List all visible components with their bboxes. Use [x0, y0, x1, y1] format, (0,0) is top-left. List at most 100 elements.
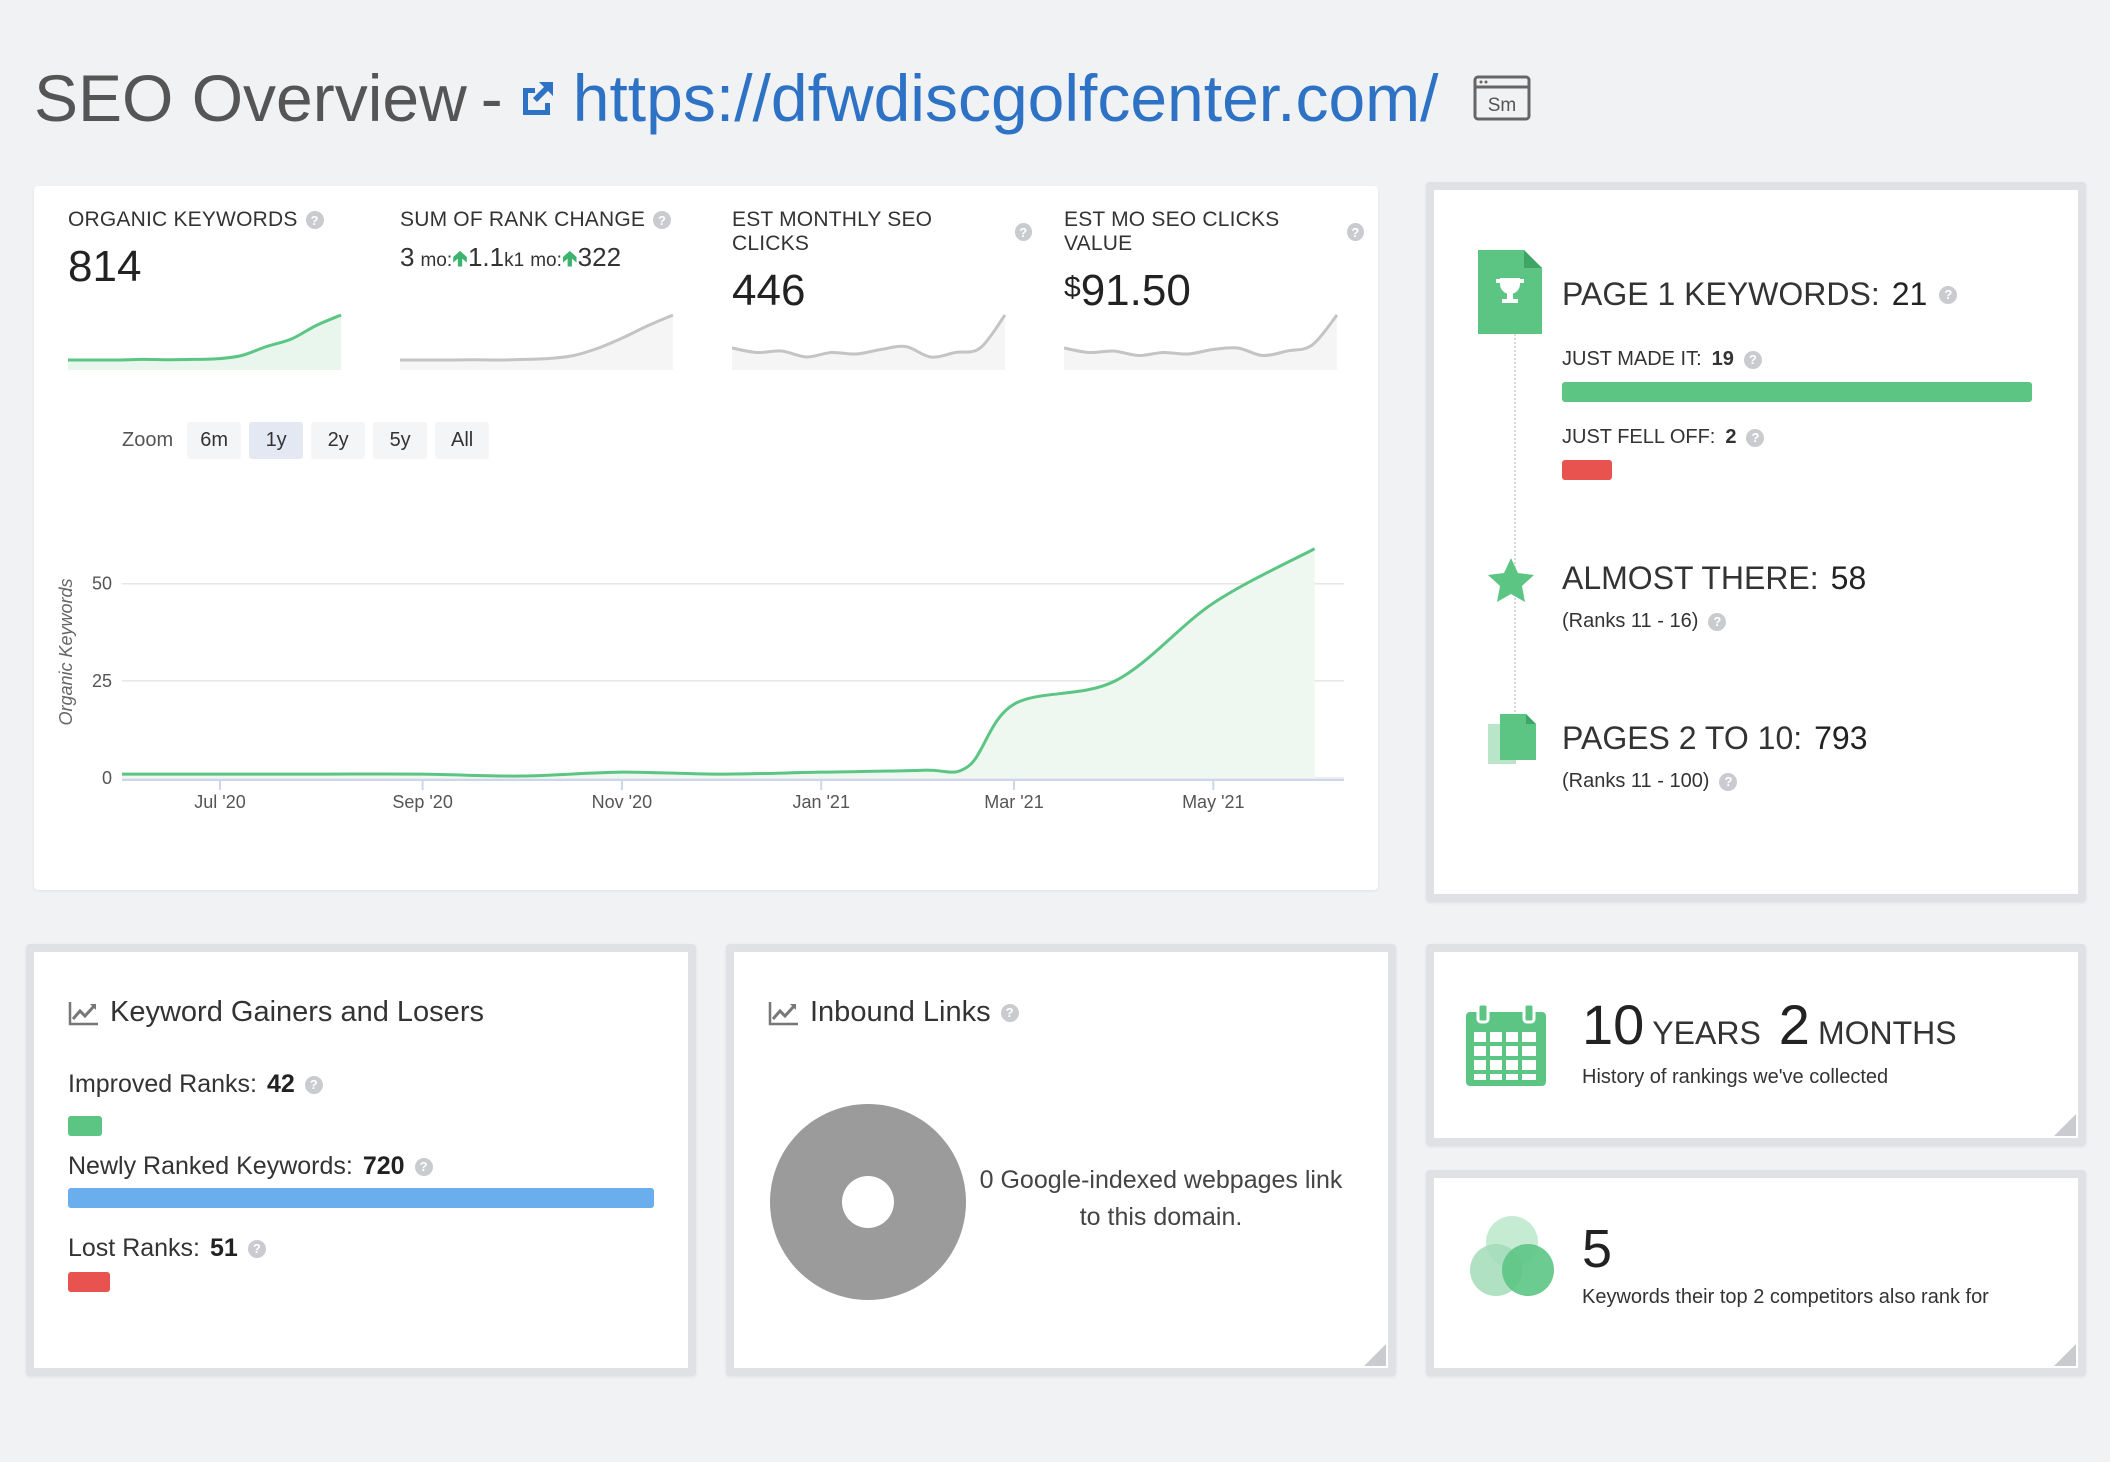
- pages-2-10-sub-row: (Ranks 11 - 100)?: [1562, 770, 1738, 793]
- external-link-icon: [522, 82, 553, 115]
- lost-ranks-value: 51: [210, 1234, 238, 1262]
- history-duration: 10 YEARS 2 MONTHS: [1582, 992, 1975, 1057]
- page1-value: 21: [1891, 276, 1928, 312]
- history-months-label: MONTHS: [1817, 1015, 1957, 1051]
- help-icon[interactable]: ?: [1746, 428, 1765, 447]
- newly-ranked-bar: [68, 1188, 654, 1208]
- help-icon[interactable]: ?: [305, 211, 324, 229]
- sm-badge-icon[interactable]: Sm: [1473, 75, 1531, 121]
- gainers-title-row: Keyword Gainers and Losers: [68, 996, 484, 1029]
- just-fell-off-value: 2: [1725, 426, 1737, 448]
- help-icon[interactable]: ?: [1014, 223, 1032, 241]
- sparkline-monthly-clicks: [732, 314, 1007, 370]
- just-fell-off-row: JUST FELL OFF: 2?: [1562, 426, 1765, 449]
- zoom-all-button[interactable]: All: [435, 422, 490, 459]
- kpi-label: SUM OF RANK CHANGE: [400, 208, 646, 231]
- currency-symbol: $: [1064, 271, 1081, 304]
- timeline-line: [1514, 310, 1516, 740]
- help-icon[interactable]: ?: [1743, 350, 1762, 369]
- card-resize-corner: [2054, 1344, 2076, 1366]
- arrow-up-icon: 🢁: [561, 246, 578, 271]
- lost-ranks-row: Lost Ranks: 51?: [68, 1234, 266, 1263]
- sm-badge-text: Sm: [1487, 95, 1516, 116]
- pages-2-10-row: PAGES 2 TO 10: 793: [1562, 720, 1868, 757]
- site-url-link[interactable]: https://dfwdiscgolfcenter.com/: [517, 60, 1439, 136]
- history-years-value: 10: [1582, 993, 1645, 1056]
- page1-title-row: PAGE 1 KEYWORDS: 21?: [1562, 276, 1958, 313]
- rank-change-unit: mo:: [420, 250, 453, 271]
- links-title: Inbound Links: [810, 996, 991, 1028]
- almost-there-value: 58: [1830, 560, 1867, 596]
- inbound-links-donut: [770, 1104, 966, 1300]
- kpi-label: EST MONTHLY SEO CLICKS: [732, 208, 933, 255]
- improved-ranks-row: Improved Ranks: 42?: [68, 1070, 323, 1099]
- keyword-gainers-card: Keyword Gainers and Losers Improved Rank…: [26, 944, 696, 1376]
- card-resize-corner: [2054, 1114, 2076, 1136]
- zoom-controls: Zoom 6m 1y 2y 5y All: [122, 422, 490, 459]
- overview-chart-card: ORGANIC KEYWORDS? 814 SUM OF RANK CHANGE…: [34, 186, 1378, 890]
- rank-change-value-3mo: 1.1: [467, 242, 505, 272]
- title-separator: -: [480, 61, 503, 135]
- help-icon[interactable]: ?: [1719, 772, 1738, 791]
- competitors-card: 5 Keywords their top 2 competitors also …: [1426, 1170, 2086, 1376]
- links-title-row: Inbound Links ?: [768, 996, 1019, 1029]
- trend-chart-icon: [768, 1001, 798, 1025]
- arrow-up-icon: 🢁: [452, 246, 468, 271]
- rank-change-value-1mo: 322: [577, 242, 622, 272]
- page1-keywords-card: PAGE 1 KEYWORDS: 21? JUST MADE IT: 19? JUS…: [1426, 182, 2086, 902]
- page1-title: PAGE 1 KEYWORDS:: [1562, 276, 1880, 312]
- zoom-5y-button[interactable]: 5y: [373, 422, 428, 459]
- almost-there-ranks: (Ranks 11 - 16): [1562, 610, 1699, 632]
- trophy-document-icon: [1478, 250, 1542, 334]
- overlapping-circles-icon: [1470, 1216, 1554, 1296]
- almost-there-row: ALMOST THERE: 58: [1562, 560, 1866, 597]
- rank-change-period-3: 3: [400, 242, 415, 272]
- help-icon[interactable]: ?: [247, 1239, 266, 1258]
- newly-ranked-label: Newly Ranked Keywords:: [68, 1152, 353, 1180]
- pages-2-10-label: PAGES 2 TO 10:: [1562, 720, 1803, 756]
- history-card: 10 YEARS 2 MONTHS History of rankings we…: [1426, 944, 2086, 1146]
- sparkline-line: [732, 314, 1007, 359]
- sparkline-organic-keywords: [68, 313, 342, 370]
- x-tick-label: Sep '20: [392, 792, 453, 812]
- kpi-label: EST MO SEO CLICKS VALUE: [1064, 208, 1280, 255]
- just-made-it-value: 19: [1711, 348, 1734, 370]
- help-icon[interactable]: ?: [1346, 223, 1364, 241]
- help-icon[interactable]: ?: [1708, 612, 1727, 631]
- y-tick-label: 0: [102, 768, 112, 788]
- rank-change-unit: mo:: [530, 250, 562, 271]
- lost-ranks-label: Lost Ranks:: [68, 1234, 201, 1262]
- x-tick-label: Jan '21: [792, 792, 849, 812]
- help-icon[interactable]: ?: [304, 1075, 323, 1094]
- just-made-it-label: JUST MADE IT:: [1562, 348, 1702, 370]
- sparkline-line: [1064, 314, 1339, 358]
- history-description: History of rankings we've collected: [1582, 1066, 1889, 1088]
- kpi-label: ORGANIC KEYWORDS: [68, 208, 298, 231]
- help-icon[interactable]: ?: [414, 1157, 433, 1176]
- sparkline-area: [400, 315, 673, 370]
- zoom-1y-button[interactable]: 1y: [249, 422, 304, 459]
- x-tick-label: Jul '20: [194, 792, 245, 812]
- y-axis-label: Organic Keywords: [56, 578, 76, 725]
- zoom-label: Zoom: [122, 429, 174, 451]
- zoom-6m-button[interactable]: 6m: [187, 422, 242, 459]
- help-icon[interactable]: ?: [653, 211, 672, 229]
- trend-chart-icon: [68, 1001, 98, 1025]
- improved-ranks-bar: [68, 1116, 102, 1136]
- sparkline-clicks-value: [1064, 314, 1339, 370]
- just-made-it-row: JUST MADE IT: 19?: [1562, 348, 1762, 371]
- rank-change-period-1: k1: [504, 250, 525, 271]
- lost-ranks-bar: [68, 1272, 110, 1292]
- sparkline-area: [1064, 315, 1337, 370]
- help-icon[interactable]: ?: [1000, 1003, 1019, 1022]
- star-icon: [1488, 558, 1534, 602]
- documents-icon: [1488, 714, 1536, 764]
- kpi-value: 814: [68, 242, 142, 291]
- sparkline-rank-change: [400, 313, 674, 370]
- site-url-text: https://dfwdiscgolfcenter.com/: [572, 61, 1439, 135]
- kpi-organic-keywords: ORGANIC KEYWORDS? 814: [68, 208, 368, 292]
- pages-2-10-value: 793: [1814, 720, 1868, 756]
- organic-keywords-chart[interactable]: 0 25 50 Organic Keywords Jul '20 Sep '20 Nov '…: [34, 486, 1378, 886]
- help-icon[interactable]: ?: [1939, 285, 1958, 304]
- zoom-2y-button[interactable]: 2y: [311, 422, 366, 459]
